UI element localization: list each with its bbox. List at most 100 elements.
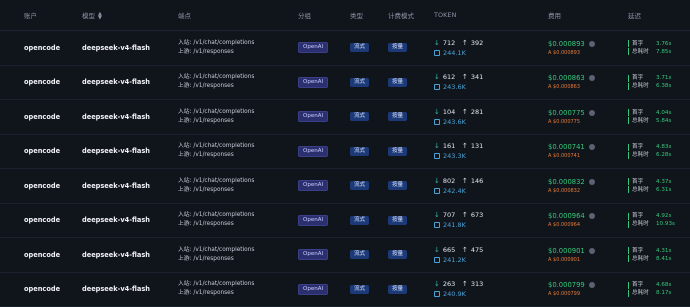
total-time-label: 总耗时 (632, 186, 656, 194)
cache-icon (434, 153, 440, 159)
output-tokens: 475 (471, 245, 483, 255)
upstream-prefix: 上游: (178, 118, 192, 124)
cache-icon (434, 50, 440, 56)
table-row[interactable]: opencode deepseek-v4-flash 入站: /v1/chat/… (0, 66, 690, 101)
account-name: opencode (24, 182, 60, 190)
inbound-path: /v1/chat/completions (193, 74, 254, 80)
output-tokens: 281 (471, 107, 483, 117)
cost-cell: $0.000741 A $0.000741 (548, 142, 628, 160)
table-row[interactable]: opencode deepseek-v4-flash 入站: /v1/chat/… (0, 100, 690, 135)
endpoint-cell: 入站: /v1/chat/completions 上游: /v1/respons… (178, 39, 298, 57)
cost-detail: A $0.000799 (548, 290, 628, 298)
header-model[interactable]: 模型▲▼ (82, 10, 178, 20)
table-row[interactable]: opencode deepseek-v4-flash 入站: /v1/chat/… (0, 135, 690, 170)
header-model-label: 模型 (82, 12, 95, 20)
table-row[interactable]: opencode deepseek-v4-flash 入站: /v1/chat/… (0, 31, 690, 66)
type-badge: 流式 (350, 112, 369, 121)
info-icon[interactable] (589, 75, 595, 81)
first-token-latency: 3.76s (656, 40, 671, 48)
upstream-path: /v1/responses (193, 152, 233, 158)
total-latency: 5.84s (656, 117, 671, 125)
cost-value: $0.000799 (548, 280, 585, 290)
info-icon[interactable] (589, 179, 595, 185)
cost-value: $0.000964 (548, 211, 585, 221)
upstream-prefix: 上游: (178, 49, 192, 55)
cost-cell: $0.000964 A $0.000964 (548, 211, 628, 229)
billing-badge: 按量 (388, 181, 407, 190)
first-token-latency: 4.92s (656, 212, 671, 220)
cost-cell: $0.000832 A $0.000832 (548, 177, 628, 195)
output-tokens: 131 (471, 141, 483, 151)
total-time-label: 总耗时 (632, 289, 656, 297)
account-name: opencode (24, 113, 60, 121)
output-tokens: 673 (471, 210, 483, 220)
token-cell: ↓104 ↑281 243.6K (434, 107, 548, 127)
output-arrow-icon: ↑ (462, 72, 468, 82)
upstream-prefix: 上游: (178, 290, 192, 296)
latency-cell: 首字4.68s 总耗时8.17s (628, 281, 690, 297)
inbound-path: /v1/chat/completions (193, 40, 254, 46)
cache-icon (434, 188, 440, 194)
output-tokens: 146 (471, 176, 483, 186)
usage-log-table: 账户 模型▲▼ 端点 分组 类型 计费模式 TOKEN 费用 延迟 openco… (0, 0, 690, 298)
type-badge: 流式 (350, 147, 369, 156)
info-icon[interactable] (589, 282, 595, 288)
inbound-prefix: 入站: (178, 40, 192, 46)
header-account: 账户 (0, 10, 82, 20)
first-token-label: 首字 (632, 212, 656, 220)
input-arrow-icon: ↓ (434, 72, 440, 82)
header-token: TOKEN (434, 11, 548, 19)
cost-detail: A $0.000901 (548, 256, 628, 264)
inbound-prefix: 入站: (178, 247, 192, 253)
table-row[interactable]: opencode deepseek-v4-flash 入站: /v1/chat/… (0, 204, 690, 239)
upstream-path: /v1/responses (193, 118, 233, 124)
inbound-prefix: 入站: (178, 178, 192, 184)
group-badge: OpenAI (298, 77, 328, 88)
latency-cell: 首字4.37s 总耗时6.31s (628, 178, 690, 194)
type-badge: 流式 (350, 43, 369, 52)
output-tokens: 341 (471, 72, 483, 82)
token-cell: ↓802 ↑146 242.4K (434, 176, 548, 196)
billing-badge: 按量 (388, 250, 407, 259)
first-token-label: 首字 (632, 247, 656, 255)
cost-cell: $0.000893 A $0.000893 (548, 39, 628, 57)
latency-cell: 首字3.76s 总耗时7.85s (628, 40, 690, 56)
model-name: deepseek-v4-flash (82, 285, 150, 293)
info-icon[interactable] (589, 144, 595, 150)
table-row[interactable]: opencode deepseek-v4-flash 入站: /v1/chat/… (0, 273, 690, 307)
inbound-prefix: 入站: (178, 281, 192, 287)
token-cell: ↓707 ↑673 241.8K (434, 210, 548, 230)
latency-cell: 首字4.04s 总耗时5.84s (628, 109, 690, 125)
latency-cell: 首字3.71s 总耗时6.38s (628, 74, 690, 90)
info-icon[interactable] (589, 248, 595, 254)
first-token-label: 首字 (632, 109, 656, 117)
billing-badge: 按量 (388, 147, 407, 156)
endpoint-cell: 入站: /v1/chat/completions 上游: /v1/respons… (178, 73, 298, 91)
first-token-latency: 3.71s (656, 74, 671, 82)
first-token-latency: 4.83s (656, 143, 671, 151)
cost-value: $0.000832 (548, 177, 585, 187)
upstream-prefix: 上游: (178, 256, 192, 262)
sort-icon[interactable]: ▲▼ (98, 12, 102, 20)
token-cell: ↓712 ↑392 244.1K (434, 38, 548, 58)
info-icon[interactable] (589, 110, 595, 116)
info-icon[interactable] (589, 41, 595, 47)
total-latency: 6.38s (656, 82, 671, 90)
upstream-prefix: 上游: (178, 221, 192, 227)
input-tokens: 707 (443, 210, 455, 220)
total-tokens: 243.6K (443, 117, 466, 127)
input-arrow-icon: ↓ (434, 107, 440, 117)
output-tokens: 313 (471, 279, 483, 289)
cost-value: $0.000893 (548, 39, 585, 49)
group-badge: OpenAI (298, 42, 328, 53)
table-row[interactable]: opencode deepseek-v4-flash 入站: /v1/chat/… (0, 169, 690, 204)
cache-icon (434, 222, 440, 228)
input-tokens: 802 (443, 176, 455, 186)
cost-detail: A $0.000893 (548, 49, 628, 57)
latency-cell: 首字4.31s 总耗时8.41s (628, 247, 690, 263)
input-tokens: 161 (443, 141, 455, 151)
table-row[interactable]: opencode deepseek-v4-flash 入站: /v1/chat/… (0, 238, 690, 273)
info-icon[interactable] (589, 213, 595, 219)
first-token-label: 首字 (632, 74, 656, 82)
first-token-label: 首字 (632, 40, 656, 48)
